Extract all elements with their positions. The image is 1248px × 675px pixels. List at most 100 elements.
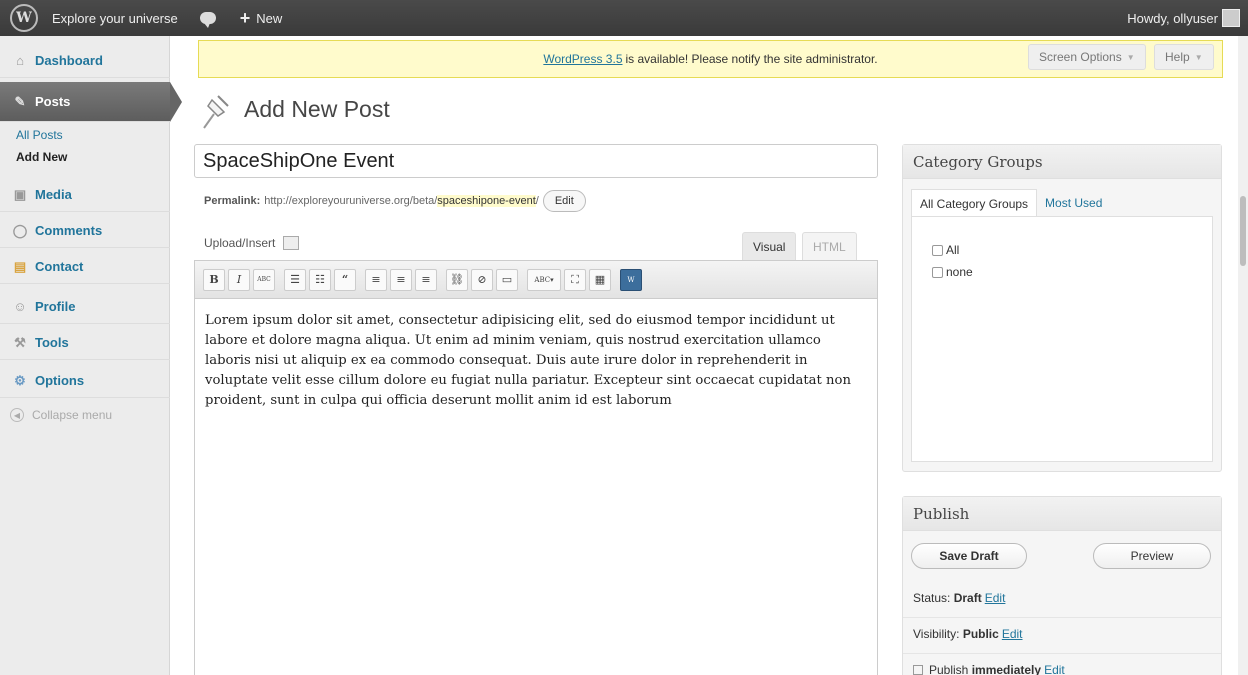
kitchen-sink-button[interactable]: ▦ (589, 268, 611, 291)
scrollbar-thumb[interactable] (1240, 196, 1246, 266)
align-center-button[interactable]: ≡ (390, 268, 412, 291)
upload-insert-link[interactable]: Upload/Insert (204, 236, 300, 250)
media-icon: ▣ (13, 186, 27, 202)
visibility-label: Visibility: (913, 627, 960, 641)
divider (903, 617, 1221, 618)
tools-icon: ⚒ (14, 334, 26, 350)
publish-time-row: Publish immediately Edit (913, 663, 1065, 675)
sidebar-item-label: Options (35, 373, 85, 388)
publish-box: Publish Save Draft Preview Status: Draft… (902, 496, 1222, 675)
update-version-link[interactable]: WordPress 3.5 (543, 52, 622, 66)
collapse-menu-button[interactable]: ◀ Collapse menu (10, 408, 112, 422)
bold-button[interactable]: B (203, 268, 225, 291)
word-button[interactable]: W (620, 268, 642, 291)
posts-submenu: All Posts Add New (0, 124, 170, 168)
permalink-trail: / (535, 195, 539, 207)
category-groups-title[interactable]: Category Groups (903, 145, 1221, 179)
submenu-all-posts[interactable]: All Posts (0, 124, 170, 146)
edit-status-link[interactable]: Edit (985, 591, 1006, 605)
wp-admin-screen: W Explore your universe + New Howdy, oll… (0, 0, 1248, 675)
sidebar-item-options[interactable]: ⚙ Options (0, 364, 170, 398)
blockquote-button[interactable]: “ (334, 268, 356, 291)
profile-icon: ☺ (13, 299, 27, 314)
checkbox[interactable] (932, 244, 943, 256)
numbered-list-button[interactable]: ☷ (309, 268, 331, 291)
plus-icon: + (239, 7, 251, 28)
admin-bar: W Explore your universe + New Howdy, oll… (0, 0, 1248, 36)
avatar[interactable] (1222, 9, 1240, 27)
new-content-button[interactable]: + New (240, 8, 283, 29)
submenu-add-new[interactable]: Add New (0, 146, 170, 168)
site-name-link[interactable]: Explore your universe (52, 11, 178, 26)
permalink-base: http://exploreyouruniverse.org/beta/ (264, 195, 438, 207)
screen-options-label: Screen Options (1039, 50, 1122, 64)
bullet-list-button[interactable]: ☰ (284, 268, 306, 291)
update-notice-text: is available! Please notify the site adm… (625, 52, 878, 66)
post-pin-icon (203, 95, 229, 129)
admin-sidebar: ⌂ Dashboard ✎ Posts All Posts Add New ▣ … (0, 36, 182, 675)
sidebar-item-tools[interactable]: ⚒ Tools (0, 326, 170, 360)
upload-insert-label: Upload/Insert (204, 236, 276, 250)
sidebar-item-label: Posts (35, 94, 71, 109)
strikethrough-button[interactable]: ABC (253, 268, 275, 291)
comments-icon[interactable] (199, 12, 216, 28)
spellcheck-button[interactable]: ABC▾ (527, 268, 561, 291)
sidebar-item-profile[interactable]: ☺ Profile (0, 290, 170, 324)
align-left-button[interactable]: ≡ (365, 268, 387, 291)
publish-title[interactable]: Publish (903, 497, 1221, 531)
calendar-icon (913, 665, 923, 675)
category-option-all[interactable]: All (932, 243, 959, 257)
dropdown-arrow-icon: ▼ (1126, 52, 1135, 62)
sidebar-item-comments[interactable]: ◯ Comments (0, 214, 170, 248)
new-label: New (256, 10, 283, 26)
screen-options-button[interactable]: Screen Options ▼ (1028, 44, 1146, 70)
unlink-button[interactable]: ⊘ (471, 268, 493, 291)
status-row: Status: Draft Edit (913, 591, 1005, 605)
editor-content[interactable]: Lorem ipsum dolor sit amet, consectetur … (205, 311, 869, 411)
fullscreen-button[interactable]: ⛶ (564, 268, 586, 291)
permalink-label: Permalink: (204, 195, 261, 207)
category-groups-box: Category Groups All Category Groups Most… (902, 144, 1222, 472)
user-greeting[interactable]: Howdy, ollyuser (1127, 0, 1218, 36)
permalink-slug[interactable]: spaceshipone-event (437, 195, 536, 207)
divider (903, 653, 1221, 654)
editor-toolbar: B I ABC ☰ ☷ “ ≡ ≡ ≡ ⛓ ⊘ ▭ ABC▾ ⛶ ▦ W (195, 261, 877, 299)
edit-publish-time-link[interactable]: Edit (1044, 663, 1065, 675)
sidebar-item-label: Tools (35, 335, 69, 350)
insert-link-button[interactable]: ⛓ (446, 268, 468, 291)
edit-visibility-link[interactable]: Edit (1002, 627, 1023, 641)
dashboard-icon: ⌂ (16, 53, 24, 68)
sidebar-item-dashboard[interactable]: ⌂ Dashboard (0, 44, 170, 78)
align-right-button[interactable]: ≡ (415, 268, 437, 291)
insert-more-button[interactable]: ▭ (496, 268, 518, 291)
tab-all-category-groups[interactable]: All Category Groups (911, 189, 1038, 217)
contact-icon: ▤ (13, 258, 27, 274)
help-button[interactable]: Help ▼ (1154, 44, 1214, 70)
post-title-input[interactable] (194, 144, 878, 178)
sidebar-item-label: Contact (35, 259, 84, 274)
category-list: All none (911, 216, 1213, 462)
category-label: All (946, 243, 960, 257)
sidebar-item-posts[interactable]: ✎ Posts (0, 82, 182, 122)
sidebar-item-media[interactable]: ▣ Media (0, 178, 170, 212)
sidebar-item-contact[interactable]: ▤ Contact (0, 250, 170, 284)
tab-html[interactable]: HTML (802, 232, 857, 260)
visibility-value: Public (962, 627, 999, 641)
save-draft-button[interactable]: Save Draft (911, 543, 1027, 569)
preview-button[interactable]: Preview (1093, 543, 1211, 569)
category-option-none[interactable]: none (932, 265, 973, 279)
italic-button[interactable]: I (228, 268, 250, 291)
tab-most-used[interactable]: Most Used (1037, 189, 1110, 217)
publish-label: Publish (929, 663, 969, 675)
sidebar-item-label: Comments (35, 223, 103, 238)
page-scrollbar[interactable] (1238, 36, 1248, 675)
comments-icon: ◯ (12, 222, 28, 238)
add-media-icon (283, 236, 300, 250)
category-tabs: All Category Groups Most Used (911, 189, 1110, 217)
checkbox[interactable] (932, 266, 943, 278)
post-editor[interactable]: B I ABC ☰ ☷ “ ≡ ≡ ≡ ⛓ ⊘ ▭ ABC▾ ⛶ ▦ W Lor… (194, 260, 878, 675)
edit-permalink-button[interactable]: Edit (542, 190, 586, 212)
wordpress-logo-icon[interactable]: W (10, 4, 38, 32)
tab-visual[interactable]: Visual (742, 232, 797, 260)
sidebar-item-label: Media (35, 187, 72, 202)
